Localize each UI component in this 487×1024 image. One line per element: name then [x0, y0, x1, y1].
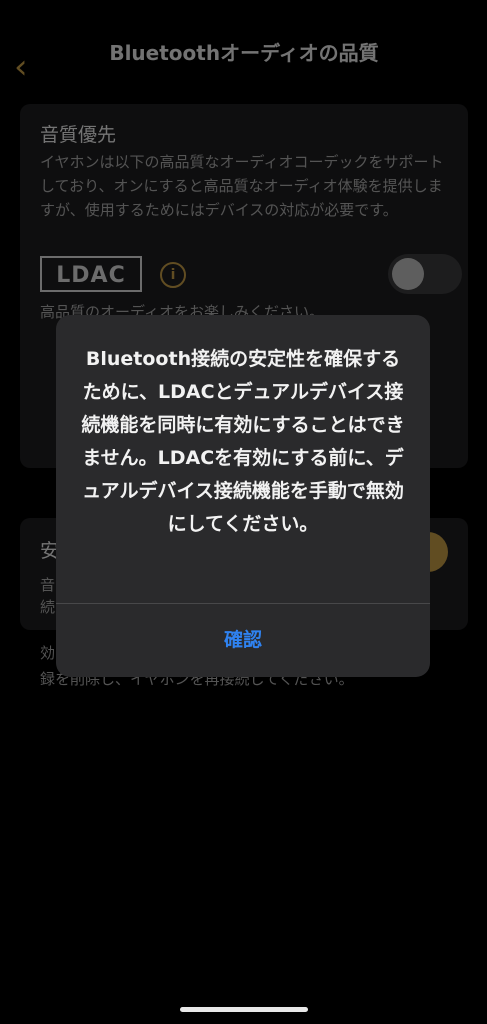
confirm-button[interactable]: 確認 — [56, 604, 430, 677]
alert-dialog: Bluetooth接続の安定性を確保するために、LDACとデュアルデバイス接続機… — [56, 315, 430, 677]
alert-message: Bluetooth接続の安定性を確保するために、LDACとデュアルデバイス接続機… — [81, 348, 405, 535]
home-indicator[interactable] — [180, 1007, 308, 1012]
